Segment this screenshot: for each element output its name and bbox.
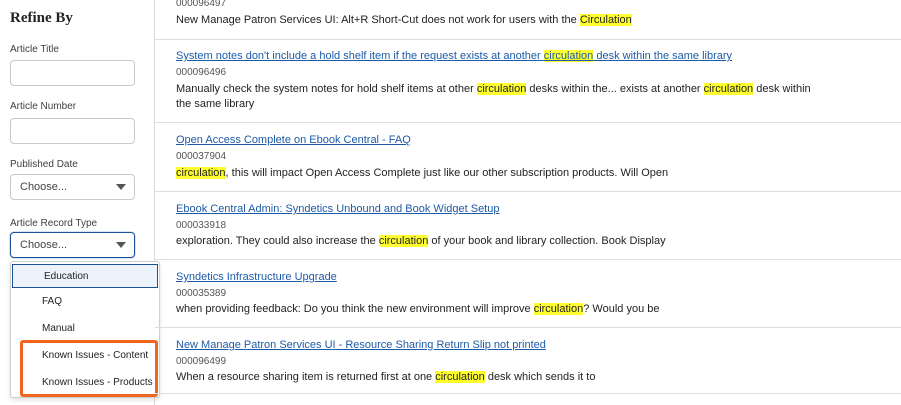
result-title-link[interactable]: New Manage Patron Services UI - Resource… <box>176 339 546 351</box>
article-number: 000096499 <box>176 356 227 367</box>
option-manual[interactable]: Manual <box>11 317 159 341</box>
result-snippet: when providing feedback: Do you think th… <box>176 303 660 315</box>
option-faq[interactable]: FAQ <box>11 290 159 314</box>
result-title-link[interactable]: Syndetics Infrastructure Upgrade <box>176 271 337 283</box>
result-item: New Manage Patron Services UI - Resource… <box>155 328 901 394</box>
result-snippet: circulation, this will impact Open Acces… <box>176 167 669 179</box>
highlight-callout-box <box>20 340 158 397</box>
result-snippet-line2: the same library <box>176 98 255 110</box>
result-snippet: Manually check the system notes for hold… <box>176 83 811 95</box>
result-item: Open Access Complete on Ebook Central - … <box>155 123 901 192</box>
result-title-link[interactable]: System notes don't include a hold shelf … <box>176 50 732 62</box>
result-item: 000096497 New Manage Patron Services UI:… <box>155 0 901 40</box>
option-education[interactable]: Education <box>12 264 158 288</box>
result-snippet: New Manage Patron Services UI: Alt+R Sho… <box>176 14 632 26</box>
result-title-link[interactable]: Ebook Central Admin: Syndetics Unbound a… <box>176 203 499 215</box>
result-snippet: exploration. They could also increase th… <box>176 235 666 247</box>
published-date-value: Choose... <box>20 181 68 193</box>
chevron-down-icon <box>116 242 126 248</box>
result-snippet: When a resource sharing item is returned… <box>176 371 596 383</box>
record-type-value: Choose... <box>20 239 68 251</box>
article-number-input[interactable] <box>10 118 135 144</box>
published-date-label: Published Date <box>10 159 78 170</box>
result-item: Syndetics Infrastructure Upgrade 0000353… <box>155 260 901 328</box>
article-number: 000033918 <box>176 220 227 231</box>
chevron-down-icon <box>116 184 126 190</box>
article-title-label: Article Title <box>10 44 59 55</box>
article-number: 000037904 <box>176 151 227 162</box>
article-number: 000096497 <box>176 0 227 9</box>
published-date-select[interactable]: Choose... <box>10 174 135 200</box>
article-title-input[interactable] <box>10 60 135 86</box>
record-type-select[interactable]: Choose... <box>10 232 135 258</box>
article-number: 000096496 <box>176 67 227 78</box>
record-type-label: Article Record Type <box>10 218 98 229</box>
search-results: 000096497 New Manage Patron Services UI:… <box>155 0 901 405</box>
refine-by-heading: Refine By <box>10 10 73 26</box>
result-title-link[interactable]: Open Access Complete on Ebook Central - … <box>176 134 411 146</box>
article-number: 000035389 <box>176 288 227 299</box>
result-item: Ebook Central Admin: Syndetics Unbound a… <box>155 192 901 260</box>
result-item: System notes don't include a hold shelf … <box>155 40 901 123</box>
article-number-label: Article Number <box>10 101 77 112</box>
